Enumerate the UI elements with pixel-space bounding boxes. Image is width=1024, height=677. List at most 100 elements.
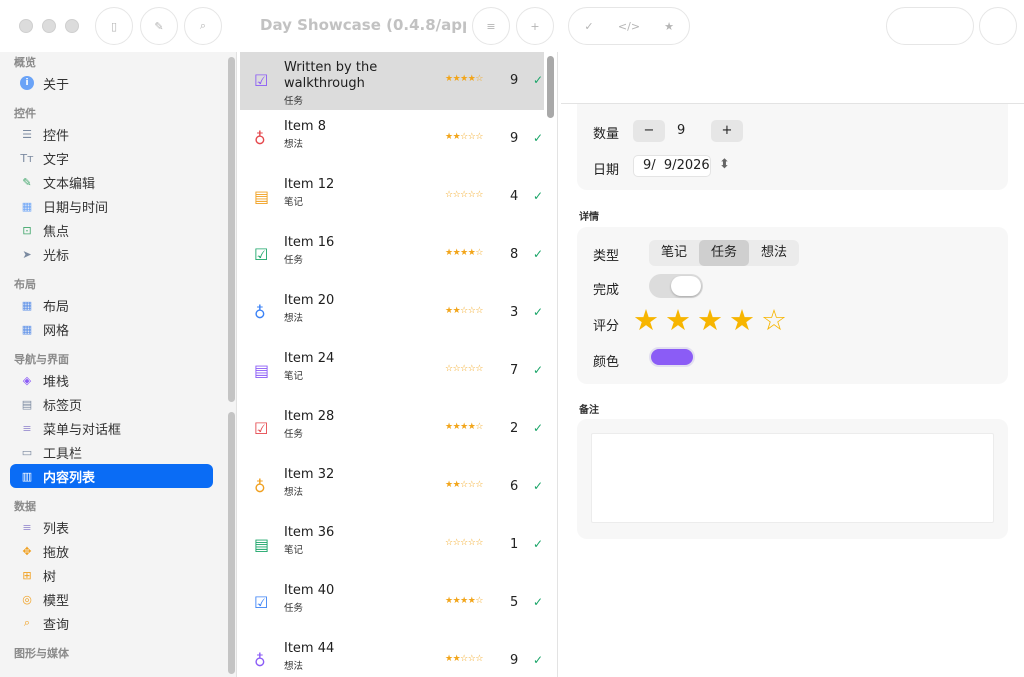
row-title: Item 24 (284, 351, 335, 366)
drag-icon: ✥ (22, 544, 32, 558)
focus-icon: ⊡ (22, 223, 32, 237)
checkmark-icon: ✓ (533, 305, 544, 319)
layout-icon: ▦ (21, 298, 33, 312)
add-button[interactable]: + (516, 7, 554, 45)
sidebar-item[interactable]: ◎ 模型 (10, 587, 213, 611)
type-option[interactable]: 任务 (699, 240, 750, 266)
sidebar-item[interactable]: ⊡ 焦点 (10, 218, 213, 242)
star-empty-icon: ☆ (460, 306, 468, 316)
row-rating: ★★★★☆ (445, 248, 483, 258)
sidebar-scrollbar[interactable] (228, 57, 235, 402)
star-filled-icon[interactable]: ★ (729, 303, 755, 337)
sidebar-item[interactable]: ◈ 堆栈 (10, 368, 213, 392)
sidebar-item[interactable]: i 关于 (10, 71, 213, 95)
done-toggle[interactable] (649, 274, 703, 298)
row-count: 9 (510, 131, 519, 146)
sidebar-item[interactable]: ✎ 文本编辑 (10, 170, 213, 194)
list-row[interactable]: ☑ Item 16 任务 ★★★★☆ 8 ✓ (240, 226, 544, 284)
sidebar-icon: ▯ (110, 19, 118, 33)
list-row[interactable]: ♁ Item 20 想法 ★★☆☆☆ 3 ✓ (240, 284, 544, 342)
sidebar-item[interactable]: ▤ 标签页 (10, 392, 213, 416)
sidebar-scrollbar-track[interactable] (228, 412, 235, 674)
type-segmented-control[interactable]: 笔记 任务 想法 (649, 240, 800, 266)
type-option[interactable]: 笔记 (649, 240, 699, 266)
code-button[interactable]: </> (609, 20, 649, 33)
quantity-increment-button[interactable]: + (711, 120, 743, 142)
list-row[interactable]: ▤ Item 12 笔记 ☆☆☆☆☆ 4 ✓ (240, 168, 544, 226)
row-rating: ★★★★☆ (445, 596, 483, 606)
list-row[interactable]: ▤ Item 24 笔记 ☆☆☆☆☆ 7 ✓ (240, 342, 544, 400)
row-count: 1 (510, 537, 519, 552)
star-filled-icon[interactable]: ★ (665, 303, 691, 337)
list-row[interactable]: ☑ Item 28 任务 ★★★★☆ 2 ✓ (240, 400, 544, 458)
database-icon: ◎ (22, 592, 32, 606)
sidebar-item-label: 内容列表 (43, 470, 96, 486)
list-row[interactable]: ☑ Written by the walkthrough 任务 ★★★★☆ 9 ✓ (240, 52, 544, 110)
toolbar-empty-group[interactable] (886, 7, 974, 45)
list-row[interactable]: ♁ Item 8 想法 ★★☆☆☆ 9 ✓ (240, 110, 544, 168)
sidebar-item[interactable]: Tт 文字 (10, 146, 213, 170)
sidebar-item[interactable]: ➤ 光标 (10, 242, 213, 266)
sidebar-item[interactable]: ▦ 网格 (10, 317, 213, 341)
star-empty-icon: ☆ (475, 654, 483, 664)
list-row[interactable]: ▤ Item 36 笔记 ☆☆☆☆☆ 1 ✓ (240, 516, 544, 574)
toolbar-round-button[interactable] (979, 7, 1017, 45)
sidebar-item[interactable]: ⊞ 树 (10, 563, 213, 587)
sidebar-section-header: 图形与媒体 (14, 647, 69, 660)
notes-textarea[interactable] (591, 433, 994, 523)
star-filled-icon[interactable]: ★ (633, 303, 659, 337)
row-count: 3 (510, 305, 519, 320)
sidebar-item[interactable]: ▥ 内容列表 (10, 464, 213, 488)
list-scrollbar[interactable] (547, 56, 554, 118)
sidebar-item[interactable]: ≡ 列表 (10, 515, 213, 539)
list-row[interactable]: ♁ Item 32 想法 ★★☆☆☆ 6 ✓ (240, 458, 544, 516)
row-kind: 笔记 (284, 371, 304, 382)
star-empty-icon: ☆ (445, 538, 453, 548)
detail-header (561, 52, 1024, 104)
sidebar-item[interactable]: ▦ 布局 (10, 293, 213, 317)
checkmark-button[interactable]: ✓ (569, 20, 609, 33)
sidebar-item-label: 堆栈 (43, 374, 70, 390)
row-title: Item 12 (284, 177, 335, 192)
zoom-window-button[interactable] (65, 19, 79, 33)
sidebar-item-label: 文字 (43, 152, 70, 168)
row-kind: 想法 (284, 661, 304, 672)
star-empty-icon: ☆ (460, 190, 468, 200)
checkmark-icon: ✓ (533, 131, 544, 145)
star-filled-icon[interactable]: ★ (697, 303, 723, 337)
list-row[interactable]: ☑ Item 40 任务 ★★★★☆ 5 ✓ (240, 574, 544, 632)
sidebar-item-label: 关于 (43, 77, 70, 93)
sidebar-item[interactable]: ▭ 工具栏 (10, 440, 213, 464)
row-kind: 任务 (284, 96, 304, 107)
sidebar-section-header: 导航与界面 (14, 353, 69, 366)
sidebar-item[interactable]: ▦ 日期与时间 (10, 194, 213, 218)
row-kind: 想法 (284, 139, 304, 150)
row-count: 5 (510, 595, 519, 610)
search-button[interactable]: ⌕ (184, 7, 222, 45)
date-field[interactable]: 9/ 9/2026 (633, 155, 711, 177)
star-button[interactable]: ★ (649, 20, 689, 33)
close-window-button[interactable] (19, 19, 33, 33)
star-empty-icon: ☆ (460, 654, 468, 664)
minimize-window-button[interactable] (42, 19, 56, 33)
sidebar-item[interactable]: ⌕ 查询 (10, 611, 213, 635)
filter-icon: ≡ (486, 19, 496, 33)
sidebar-item[interactable]: ☰ 控件 (10, 122, 213, 146)
date-stepper[interactable]: ⬍ (719, 157, 730, 172)
sidebar-item[interactable]: ✥ 拖放 (10, 539, 213, 563)
row-kind: 想法 (284, 313, 304, 324)
toggle-sidebar-button[interactable]: ▯ (95, 7, 133, 45)
compose-button[interactable]: ✎ (140, 7, 178, 45)
list-row[interactable]: ♁ Item 44 想法 ★★☆☆☆ 9 ✓ (240, 632, 544, 677)
star-empty-icon: ☆ (475, 480, 483, 490)
text-icon: Tт (20, 151, 34, 165)
quantity-decrement-button[interactable]: − (633, 120, 665, 142)
filter-button[interactable]: ≡ (472, 7, 510, 45)
star-empty-icon[interactable]: ☆ (761, 303, 787, 337)
sidebar-item-label: 查询 (43, 617, 70, 633)
type-option[interactable]: 想法 (749, 240, 799, 266)
details-section-title: 详情 (579, 212, 599, 223)
checkmark-icon: ✓ (533, 189, 544, 203)
color-well[interactable] (649, 347, 695, 367)
sidebar-item[interactable]: ≡ 菜单与对话框 (10, 416, 213, 440)
